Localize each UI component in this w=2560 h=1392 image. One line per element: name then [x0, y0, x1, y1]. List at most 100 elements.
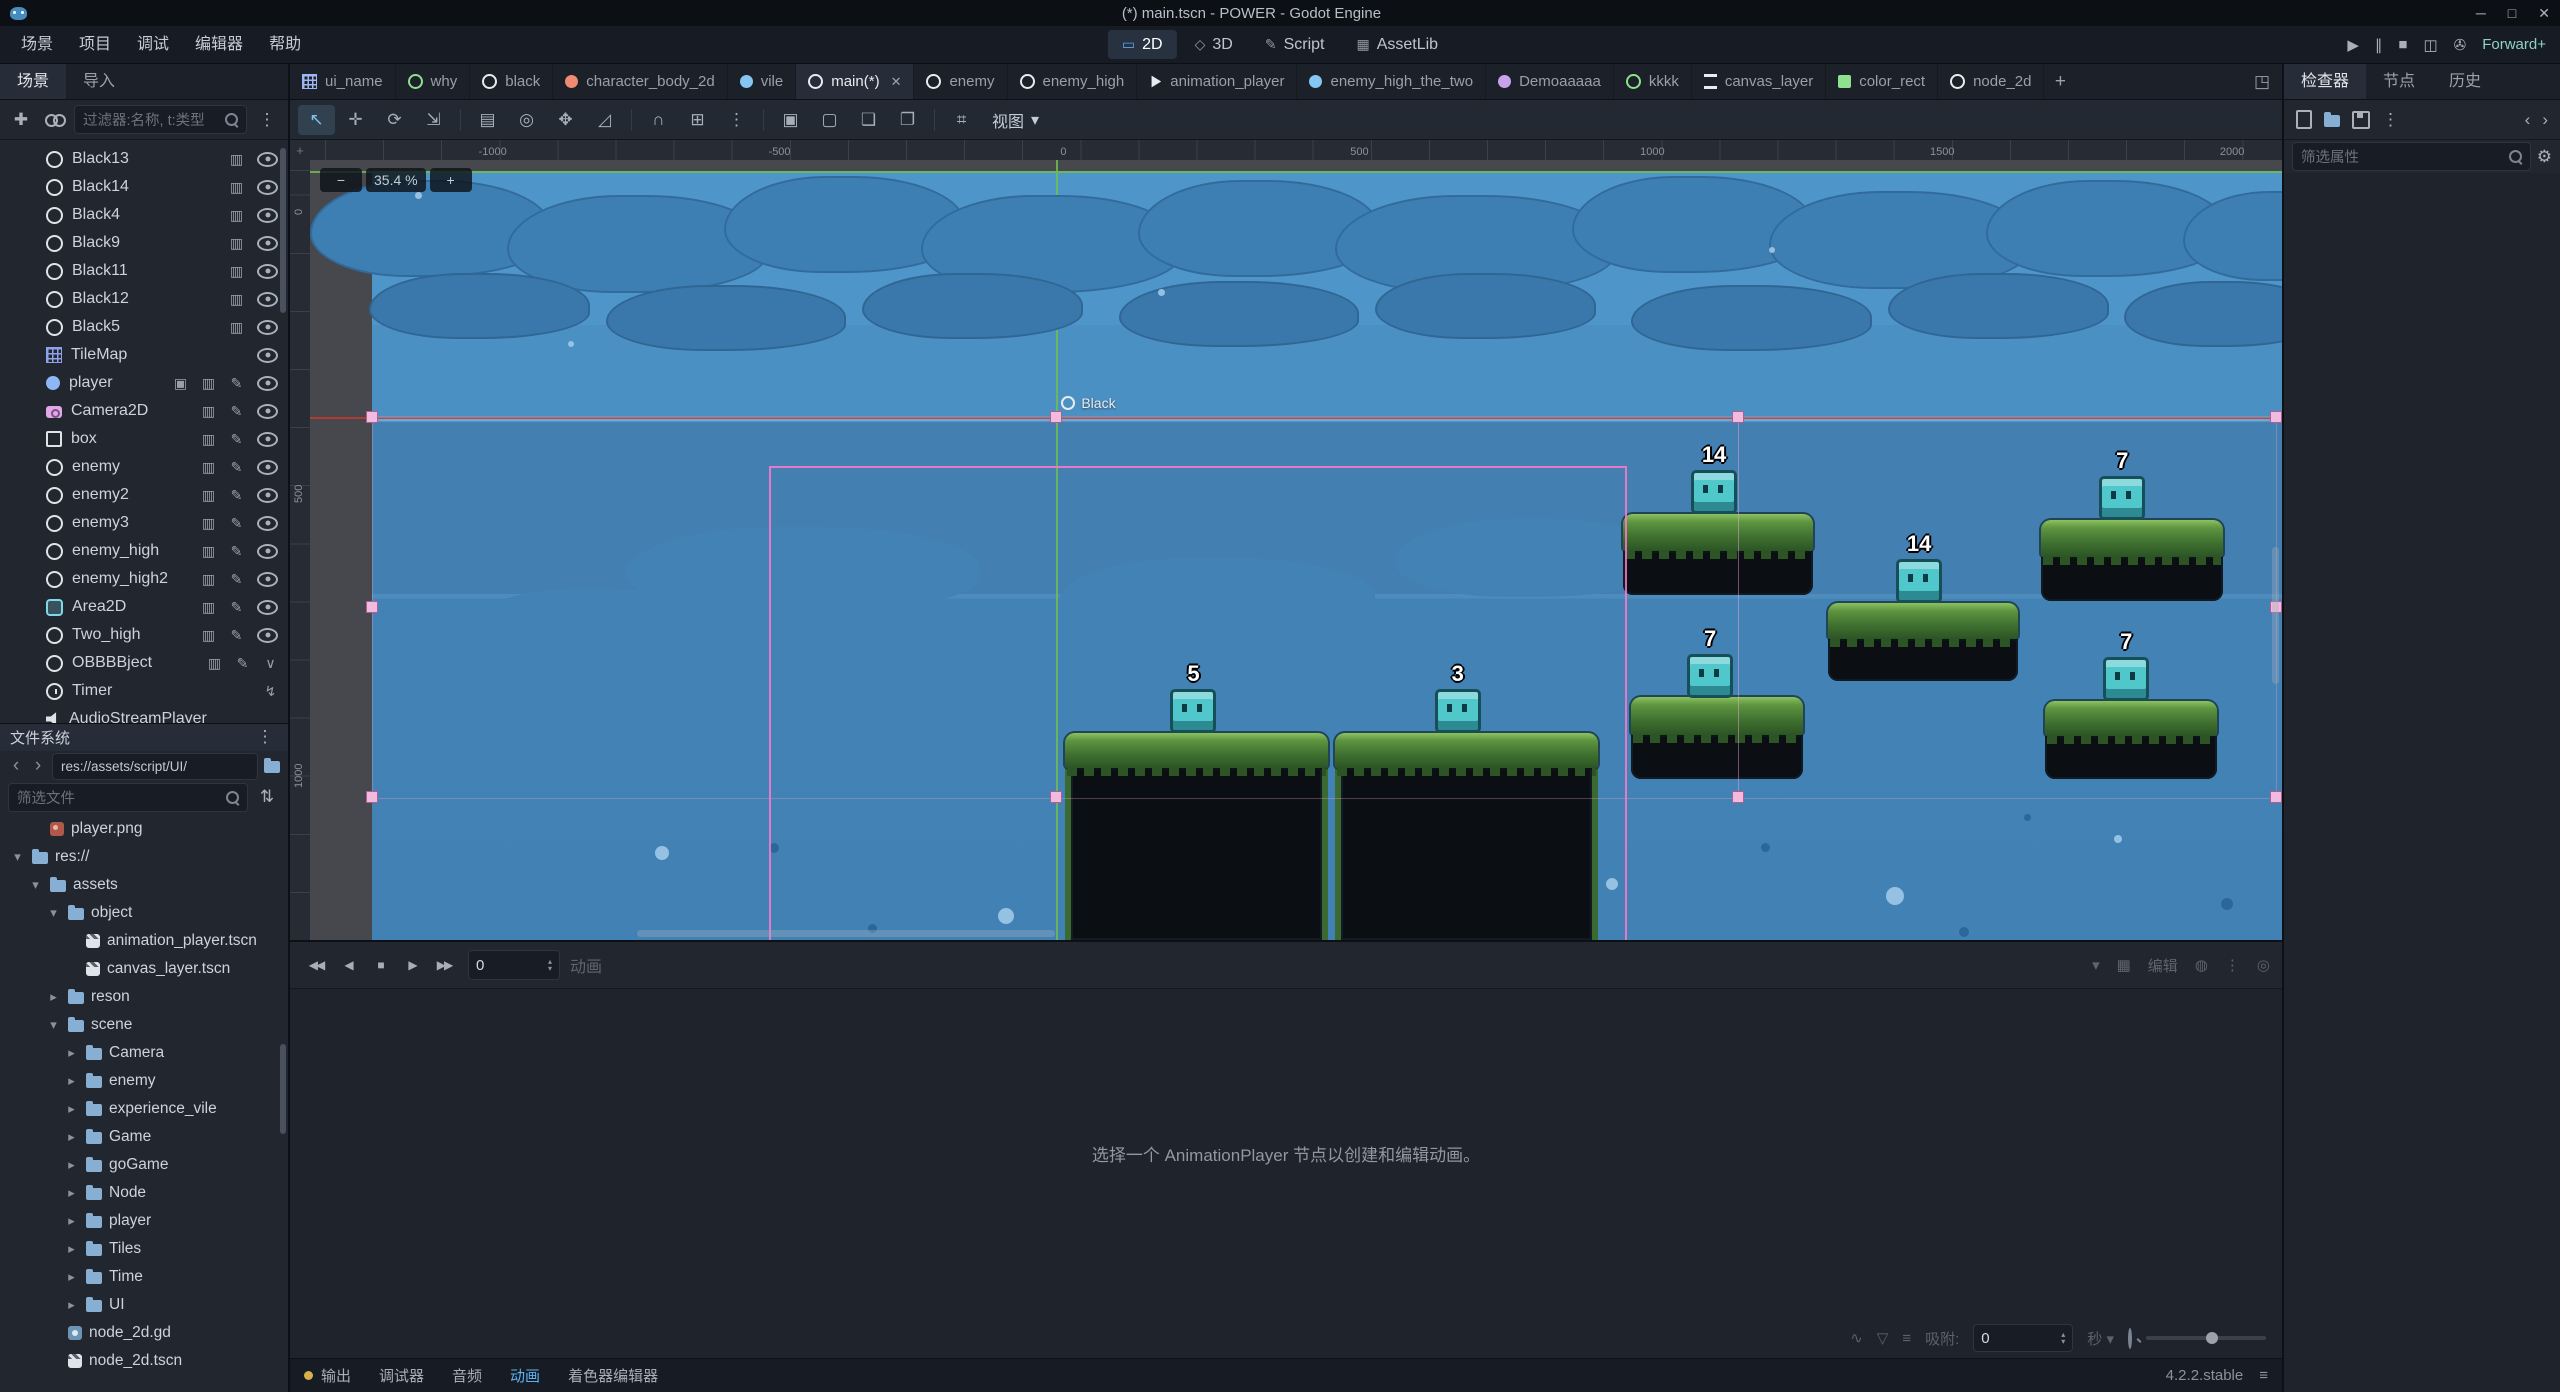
selection-handle[interactable] — [1050, 791, 1062, 803]
film-badge-icon[interactable]: ▥ — [199, 599, 218, 616]
file-row-goGame[interactable]: ▸goGame — [0, 1151, 288, 1179]
scene-tab-enemy[interactable]: enemy — [914, 64, 1007, 99]
file-row-scene[interactable]: ▾scene — [0, 1011, 288, 1039]
signal-badge-icon[interactable]: ↯ — [261, 683, 280, 700]
unlock-button[interactable]: ▢ — [811, 105, 848, 135]
film-badge-icon[interactable]: ▥ — [199, 571, 218, 588]
instance-scene-icon[interactable] — [41, 106, 67, 133]
spinbox-arrows-icon[interactable]: ▴▾ — [2061, 1331, 2065, 1345]
expand-arrow-icon[interactable]: ▸ — [64, 1213, 79, 1229]
scene-tab-canvas_layer[interactable]: canvas_layer — [1692, 64, 1826, 99]
scene-dock-menu-icon[interactable]: ⋮ — [254, 106, 280, 133]
scene-tab-Demoaaaaa[interactable]: Demoaaaaa — [1486, 64, 1614, 99]
file-row-Time[interactable]: ▸Time — [0, 1263, 288, 1291]
film-badge-icon[interactable]: ▥ — [199, 543, 218, 560]
file-row-enemy[interactable]: ▸enemy — [0, 1067, 288, 1095]
animation-more-icon[interactable]: ⋮ — [2225, 956, 2240, 974]
expand-arrow-icon[interactable]: ▾ — [46, 905, 61, 921]
script-badge-icon[interactable]: ✎ — [227, 571, 246, 588]
script-badge-icon[interactable]: ✎ — [227, 487, 246, 504]
track-list-icon[interactable]: ≡ — [1902, 1330, 1911, 1347]
film-badge-icon[interactable]: ▥ — [227, 235, 246, 252]
scene-tab-vile[interactable]: vile — [728, 64, 797, 99]
pivot-tool[interactable]: ◎ — [508, 105, 545, 135]
timeline-zoom-slider[interactable] — [2146, 1336, 2266, 1340]
scene-filter-input[interactable]: 过滤器:名称, t:类型 — [74, 105, 247, 134]
tree-node-enemy2[interactable]: enemy2▥✎ — [0, 481, 288, 509]
scene-tab-black[interactable]: black — [470, 64, 553, 99]
file-row-assets[interactable]: ▾assets — [0, 871, 288, 899]
visibility-eye-icon[interactable] — [257, 208, 278, 223]
tree-node-Area2D[interactable]: Area2D▥✎ — [0, 593, 288, 621]
history-back-icon[interactable]: ‹ — [2525, 110, 2531, 130]
play-button[interactable]: ▶ — [2347, 36, 2359, 54]
script-badge-icon[interactable]: ✎ — [227, 459, 246, 476]
scene-tab-why[interactable]: why — [396, 64, 471, 99]
snap-spinbox[interactable]: 0 ▴▾ — [1973, 1324, 2073, 1352]
visibility-eye-icon[interactable] — [257, 572, 278, 587]
load-resource-icon[interactable] — [2324, 115, 2340, 127]
context-tab-script[interactable]: ✎Script — [1251, 30, 1339, 59]
expand-arrow-icon[interactable]: ▾ — [46, 1017, 61, 1033]
visibility-eye-icon[interactable] — [257, 376, 278, 391]
visibility-eye-icon[interactable] — [257, 600, 278, 615]
grid-snap-toggle[interactable]: ⊞ — [679, 105, 716, 135]
film-badge-icon[interactable]: ▥ — [227, 179, 246, 196]
expand-arrow-icon[interactable]: ▸ — [64, 1185, 79, 1201]
movie-mode-button[interactable]: ✇ — [2454, 36, 2467, 54]
file-row-node_2d.tscn[interactable]: node_2d.tscn — [0, 1347, 288, 1375]
history-forward-icon[interactable]: › — [2542, 110, 2548, 130]
scene-tab-main(*)[interactable]: main(*)✕ — [796, 64, 914, 99]
tree-node-enemy[interactable]: enemy▥✎ — [0, 453, 288, 481]
track-filter-icon[interactable]: ▽ — [1877, 1329, 1889, 1347]
selection-handle[interactable] — [366, 791, 378, 803]
bezier-curve-icon[interactable]: ∿ — [1850, 1329, 1863, 1347]
script-badge-icon[interactable]: ✎ — [227, 543, 246, 560]
zoom-in-button[interactable]: + — [430, 168, 472, 192]
script-badge-icon[interactable]: ✎ — [227, 627, 246, 644]
add-node-button[interactable]: ✚ — [8, 106, 34, 133]
expand-arrow-icon[interactable]: ▸ — [64, 1045, 79, 1061]
tree-node-OBBBBject[interactable]: OBBBBject▥✎∨ — [0, 649, 288, 677]
visibility-eye-icon[interactable] — [257, 236, 278, 251]
scene-tree-scrollbar[interactable] — [280, 148, 286, 313]
anim-play-button[interactable]: ▶ — [398, 951, 426, 979]
script-badge-icon[interactable]: ✎ — [227, 515, 246, 532]
film-badge-icon[interactable]: ▥ — [199, 515, 218, 532]
tree-node-Black9[interactable]: Black9▥ — [0, 229, 288, 257]
menu-帮助[interactable]: 帮助 — [256, 26, 314, 63]
renderer-select[interactable]: Forward+ — [2482, 36, 2546, 53]
tree-node-Black4[interactable]: Black4▥ — [0, 201, 288, 229]
scene-tab-node_2d[interactable]: node_2d — [1938, 64, 2044, 99]
scene-tab-character_body_2d[interactable]: character_body_2d — [553, 64, 727, 99]
file-row-object[interactable]: ▾object — [0, 899, 288, 927]
snap-options-menu[interactable]: ⋮ — [718, 105, 755, 135]
tree-node-Two_high[interactable]: Two_high▥✎ — [0, 621, 288, 649]
film-badge-icon[interactable]: ▥ — [205, 655, 224, 672]
animation-frame-spinbox[interactable]: 0 ▴▾ — [468, 950, 560, 980]
expand-arrow-icon[interactable]: ▸ — [64, 1297, 79, 1313]
fs-back-icon[interactable]: ‹ — [8, 755, 24, 777]
file-row-Tiles[interactable]: ▸Tiles — [0, 1235, 288, 1263]
film-badge-icon[interactable]: ▥ — [227, 291, 246, 308]
fs-forward-icon[interactable]: › — [30, 755, 46, 777]
film-badge-icon[interactable]: ▥ — [227, 263, 246, 280]
tree-node-enemy_high[interactable]: enemy_high▥✎ — [0, 537, 288, 565]
visibility-eye-icon[interactable] — [257, 628, 278, 643]
file-row-canvas_layer.tscn[interactable]: canvas_layer.tscn — [0, 955, 288, 983]
film-badge-icon[interactable]: ▥ — [227, 151, 246, 168]
anim-stop-button[interactable]: ■ — [366, 951, 394, 979]
script-badge-icon[interactable]: ✎ — [233, 655, 252, 672]
file-row-player[interactable]: ▸player — [0, 1207, 288, 1235]
expand-arrow-icon[interactable]: ▸ — [64, 1073, 79, 1089]
select-tool[interactable]: ↖ — [298, 105, 335, 135]
tree-node-TileMap[interactable]: TileMap — [0, 341, 288, 369]
expand-arrow-icon[interactable]: ▾ — [28, 877, 43, 893]
tree-node-Black13[interactable]: Black13▥ — [0, 145, 288, 173]
animation-edit-button[interactable]: 编辑 — [2148, 955, 2178, 976]
tree-node-enemy_high2[interactable]: enemy_high2▥✎ — [0, 565, 288, 593]
context-tab-2d[interactable]: ▭2D — [1108, 30, 1177, 59]
play-backwards-button[interactable]: ◀ — [334, 951, 362, 979]
expand-arrow-icon[interactable]: ▸ — [64, 1101, 79, 1117]
canvas-2d[interactable]: 147147753 Black − 35.4 % + — [310, 160, 2282, 940]
